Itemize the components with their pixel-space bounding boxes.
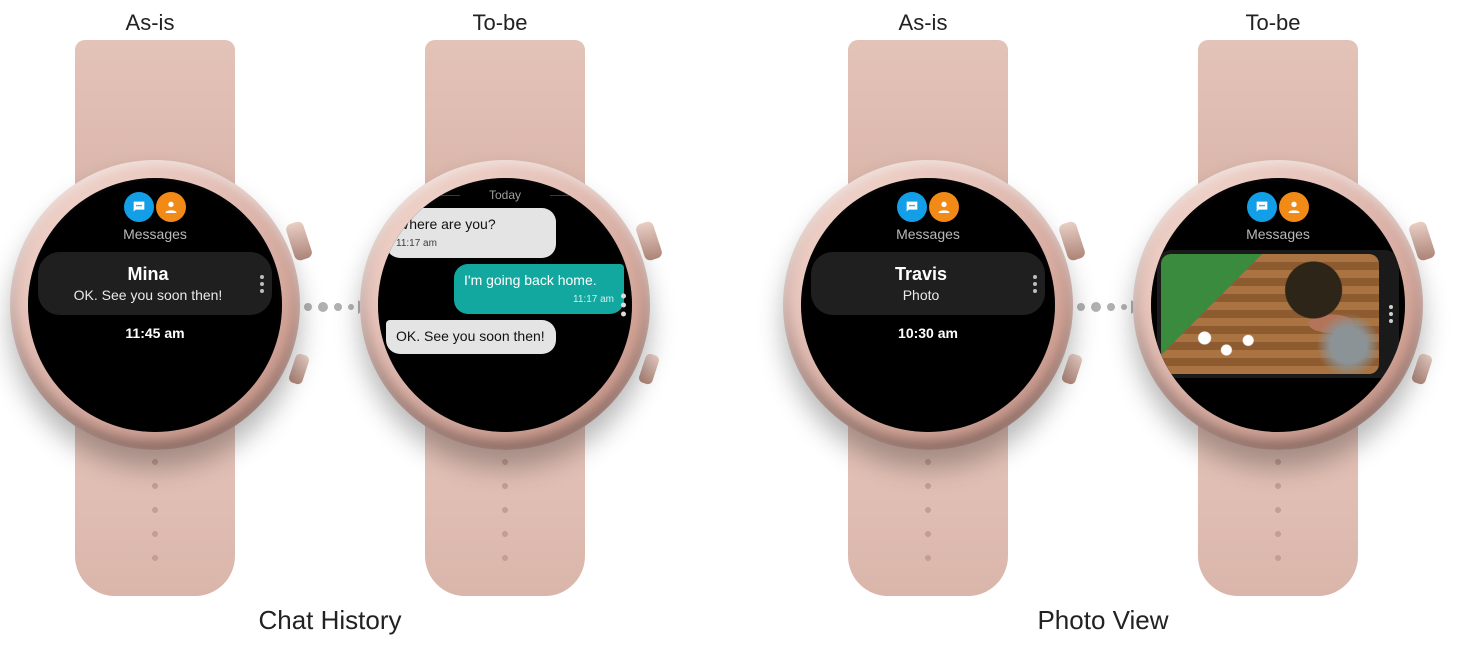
message-preview: Photo — [825, 287, 1017, 303]
screen-photo-asis[interactable]: Messages Travis Photo 10:30 am — [801, 178, 1055, 432]
more-icon[interactable] — [260, 275, 264, 293]
bubble-in[interactable]: Where are you? 11:17 am — [386, 208, 556, 258]
watch-chat-tobe: Today Where are you? 11:17 am I'm going … — [360, 160, 650, 450]
chat-history-section: As-is To-be — [0, 0, 733, 654]
more-icon[interactable] — [621, 294, 626, 317]
screen-chat-asis[interactable]: Messages Mina OK. See you soon then! 11:… — [28, 178, 282, 432]
photo-card[interactable] — [1157, 250, 1399, 378]
label-as-is: As-is — [899, 10, 948, 36]
watch-photo-tobe: Messages — [1133, 160, 1423, 450]
message-preview: OK. See you soon then! — [52, 287, 244, 303]
bubble-text: I'm going back home. — [464, 272, 614, 290]
photo-view-section: As-is To-be Mess — [733, 0, 1466, 654]
chat-icon — [124, 192, 154, 222]
screen-chat-tobe[interactable]: Today Where are you? 11:17 am I'm going … — [378, 178, 632, 432]
sender-name: Travis — [825, 264, 1017, 285]
photo-image[interactable] — [1161, 254, 1379, 374]
label-to-be: To-be — [472, 10, 527, 36]
day-separator: Today — [386, 188, 624, 202]
chat-icon — [1247, 192, 1277, 222]
section-title-chat: Chat History — [258, 605, 401, 636]
notification-card[interactable]: Travis Photo — [811, 252, 1045, 315]
label-to-be: To-be — [1245, 10, 1300, 36]
bubble-time: 11:17 am — [464, 294, 614, 307]
arrow-photo — [1065, 300, 1141, 314]
screen-photo-tobe[interactable]: Messages — [1151, 178, 1405, 432]
chat-icon — [897, 192, 927, 222]
bubble-text: OK. See you soon then! — [396, 328, 546, 346]
notification-time: 11:45 am — [28, 325, 282, 341]
label-as-is: As-is — [126, 10, 175, 36]
app-name: Messages — [28, 226, 282, 242]
arrow-chat — [292, 300, 368, 314]
notification-time: 10:30 am — [801, 325, 1055, 341]
bubble-in[interactable]: OK. See you soon then! — [386, 320, 556, 354]
notification-card[interactable]: Mina OK. See you soon then! — [38, 252, 272, 315]
user-icon — [156, 192, 186, 222]
app-name: Messages — [1151, 226, 1405, 242]
app-name: Messages — [801, 226, 1055, 242]
section-title-photo: Photo View — [1037, 605, 1168, 636]
more-icon[interactable] — [1389, 305, 1393, 323]
more-icon[interactable] — [1033, 275, 1037, 293]
user-icon — [1279, 192, 1309, 222]
bubble-time: 11:17 am — [396, 238, 546, 251]
sender-name: Mina — [52, 264, 244, 285]
bubble-text: Where are you? — [396, 216, 546, 234]
watch-chat-asis: Messages Mina OK. See you soon then! 11:… — [10, 160, 300, 450]
user-icon — [929, 192, 959, 222]
watch-photo-asis: Messages Travis Photo 10:30 am — [783, 160, 1073, 450]
bubble-out[interactable]: I'm going back home. 11:17 am — [454, 264, 624, 314]
